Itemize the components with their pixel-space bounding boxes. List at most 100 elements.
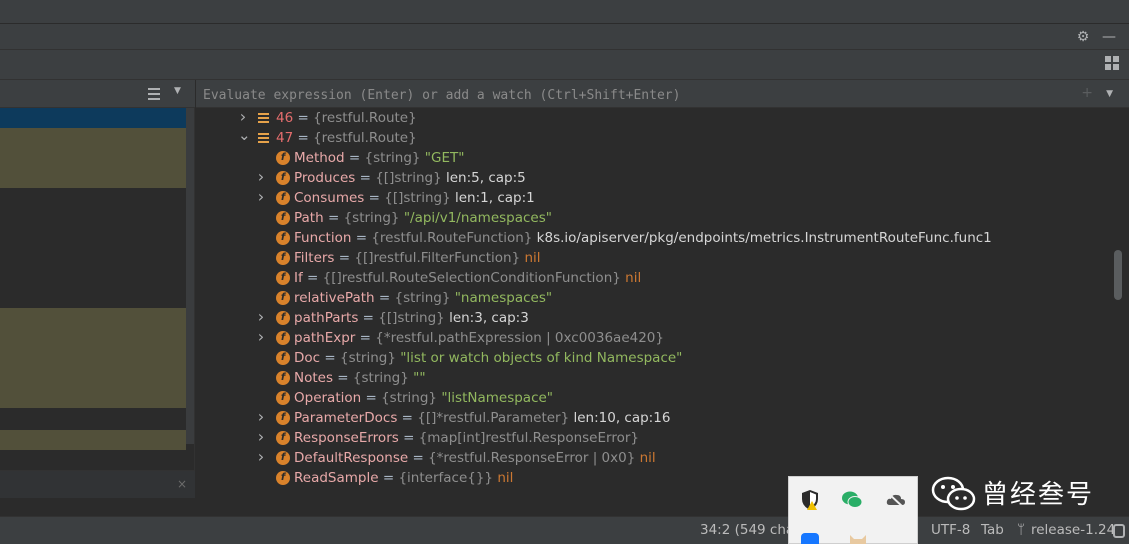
system-tray-popup: [788, 476, 918, 544]
variable-type: {string}: [352, 370, 409, 386]
security-warning-icon[interactable]: [799, 489, 821, 511]
variable-type: {[]restful.RouteSelectionConditionFuncti…: [322, 270, 621, 286]
frame-row[interactable]: [0, 128, 186, 188]
layout-icon[interactable]: [1105, 56, 1119, 70]
variable-text: Produces = {[]string} len:5, cap:5: [294, 168, 526, 188]
top-toolbar: [0, 0, 1129, 24]
variable-text: Consumes = {[]string} len:1, cap:1: [294, 188, 535, 208]
variable-row[interactable]: › f pathExpr = {*restful.pathExpression | …: [196, 328, 1112, 348]
variable-name: 47: [276, 130, 294, 146]
minimize-icon[interactable]: —: [1100, 28, 1118, 46]
variable-value: len:10, cap:16: [573, 410, 671, 426]
variable-name: relativePath: [294, 290, 375, 306]
add-watch-icon[interactable]: +: [1081, 85, 1093, 101]
variable-text: ResponseErrors = {map[int]restful.Respon…: [294, 428, 639, 448]
variable-row[interactable]: f Filters = {[]restful.FilterFunction} ni…: [196, 248, 1112, 268]
git-branch[interactable]: release-1.24: [1031, 522, 1115, 538]
variable-type: {restful.RouteFunction}: [371, 230, 533, 246]
variable-row[interactable]: f relativePath = {string} "namespaces": [196, 288, 1112, 308]
wechat-logo-icon: [931, 476, 976, 511]
variable-value: len:3, cap:3: [449, 310, 529, 326]
cloud-off-icon[interactable]: [885, 489, 907, 511]
chevron-right-icon[interactable]: ›: [256, 168, 266, 188]
indent-setting[interactable]: Tab: [981, 522, 1004, 538]
status-bar: 34:2 (549 char UTF-8 Tab ᛘ release-1.24: [0, 516, 1129, 544]
variable-type: {restful.Route}: [313, 130, 417, 146]
variable-row[interactable]: f Path = {string} "/api/v1/namespaces": [196, 208, 1112, 228]
chevron-right-icon[interactable]: ›: [256, 448, 266, 468]
variable-value: "listNamespace": [441, 390, 554, 406]
chevron-down-icon[interactable]: ⌄: [238, 128, 251, 148]
variable-name: Operation: [294, 390, 362, 406]
variable-row[interactable]: › f ResponseErrors = {map[int]restful.Resp…: [196, 428, 1112, 448]
frames-panel-header: ▼: [0, 80, 195, 108]
variable-name: DefaultResponse: [294, 450, 409, 466]
app-icon[interactable]: [799, 531, 821, 544]
variable-text: DefaultResponse = {*restful.ResponseErro…: [294, 448, 656, 468]
chevron-right-icon[interactable]: ›: [256, 428, 266, 448]
frames-panel: ▼ ×: [0, 80, 195, 498]
field-icon: f: [276, 311, 290, 325]
variable-type: {interface{}}: [398, 470, 494, 486]
field-icon: f: [276, 191, 290, 205]
chevron-down-icon[interactable]: ▼: [174, 86, 181, 96]
variable-row[interactable]: › f pathParts = {[]string} len:3, cap:3: [196, 308, 1112, 328]
variable-row[interactable]: › f Produces = {[]string} len:5, cap:5: [196, 168, 1112, 188]
equals-sign: =: [351, 230, 372, 246]
variable-row[interactable]: f Operation = {string} "listNamespace": [196, 388, 1112, 408]
variable-name: Filters: [294, 250, 335, 266]
equals-sign: =: [355, 170, 376, 186]
frames-scrollbar[interactable]: [186, 108, 194, 444]
field-icon: f: [276, 371, 290, 385]
chevron-right-icon[interactable]: ›: [238, 108, 248, 128]
wechat-icon[interactable]: [841, 489, 863, 511]
frame-row-selected[interactable]: [0, 108, 186, 128]
evaluate-expression-input[interactable]: [203, 86, 1073, 104]
cat-icon[interactable]: [847, 529, 869, 544]
chevron-right-icon[interactable]: ›: [256, 308, 266, 328]
variable-type: {string}: [381, 390, 438, 406]
list-icon[interactable]: [148, 88, 160, 100]
variable-text: Path = {string} "/api/v1/namespaces": [294, 208, 552, 228]
close-icon[interactable]: ×: [177, 477, 187, 491]
frame-row[interactable]: [0, 430, 186, 450]
git-branch-icon: ᛘ: [1017, 522, 1026, 538]
variable-text: ReadSample = {interface{}} nil: [294, 468, 513, 488]
watermark-text: 曾经叁号: [982, 480, 1095, 510]
frames-panel-footer: ×: [0, 470, 195, 498]
variable-type: {string}: [343, 210, 400, 226]
frame-row[interactable]: [0, 308, 186, 408]
equals-sign: =: [398, 430, 419, 446]
field-icon: f: [276, 471, 290, 485]
caret-position[interactable]: 34:2 (549 char: [700, 522, 800, 538]
field-icon: f: [276, 391, 290, 405]
variable-row[interactable]: f Method = {string} "GET": [196, 148, 1112, 168]
equals-sign: =: [358, 310, 379, 326]
variable-row[interactable]: f Doc = {string} "list or watch objects o…: [196, 348, 1112, 368]
variable-value: "GET": [424, 150, 465, 166]
variable-row[interactable]: › f Consumes = {[]string} len:1, cap:1: [196, 188, 1112, 208]
equals-sign: =: [293, 110, 314, 126]
variable-row[interactable]: ⌄ 47 = {restful.Route}: [196, 128, 1112, 148]
field-icon: f: [276, 411, 290, 425]
variable-row[interactable]: › f DefaultResponse = {*restful.ResponseEr…: [196, 448, 1112, 468]
variable-name: Path: [294, 210, 324, 226]
variable-name: If: [294, 270, 303, 286]
variable-row[interactable]: › f ParameterDocs = {[]*restful.Parameter}…: [196, 408, 1112, 428]
chevron-right-icon[interactable]: ›: [256, 188, 266, 208]
equals-sign: =: [364, 190, 385, 206]
file-encoding[interactable]: UTF-8: [931, 522, 970, 538]
chevron-right-icon[interactable]: ›: [256, 328, 266, 348]
variable-text: relativePath = {string} "namespaces": [294, 288, 552, 308]
variable-row[interactable]: f If = {[]restful.RouteSelectionCondition…: [196, 268, 1112, 288]
gear-icon[interactable]: ⚙: [1074, 28, 1092, 46]
lock-icon[interactable]: [1113, 524, 1125, 538]
variable-text: pathParts = {[]string} len:3, cap:3: [294, 308, 529, 328]
variable-row[interactable]: › 46 = {restful.Route}: [196, 108, 1112, 128]
variables-scrollbar[interactable]: [1114, 250, 1122, 300]
chevron-down-icon[interactable]: ▼: [1106, 89, 1113, 99]
field-icon: f: [276, 291, 290, 305]
chevron-right-icon[interactable]: ›: [256, 408, 266, 428]
variable-row[interactable]: f Function = {restful.RouteFunction} k8s.…: [196, 228, 1112, 248]
variable-row[interactable]: f Notes = {string} "": [196, 368, 1112, 388]
